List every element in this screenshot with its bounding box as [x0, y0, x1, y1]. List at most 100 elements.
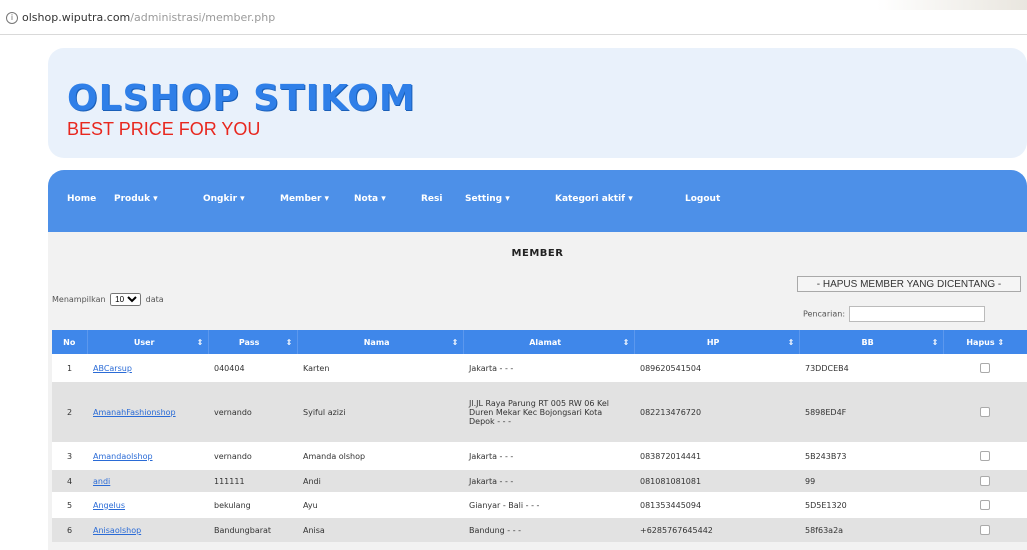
- delete-checkbox[interactable]: [980, 407, 990, 417]
- logo-subtitle: BEST PRICE FOR YOU: [67, 119, 261, 139]
- cell-user: Angelus: [87, 492, 208, 518]
- column-header-user[interactable]: User ⇕: [87, 330, 209, 354]
- sort-icon: ⇕: [196, 337, 204, 347]
- logo-title[interactable]: OLSHOP STIKOM: [67, 78, 416, 119]
- table-row: 2 AmanahFashionshop vernando Syiful aziz…: [52, 382, 1027, 442]
- browser-address-bar[interactable]: i olshop.wiputra.com/administrasi/member…: [0, 0, 1027, 35]
- search-label: Pencarian:: [803, 309, 846, 319]
- cell-alamat: Jl.JL Raya Parung RT 005 RW 06 Kel Duren…: [463, 382, 634, 442]
- cell-nama: Karten: [297, 354, 463, 382]
- cell-hapus: [943, 442, 1027, 470]
- cell-alamat: Jakarta - - -: [463, 354, 634, 382]
- delete-checkbox[interactable]: [980, 525, 990, 535]
- nav-item-resi[interactable]: Resi: [421, 194, 442, 204]
- cell-bb: 5898ED4F: [799, 382, 943, 442]
- user-link[interactable]: AmanahFashionshop: [93, 408, 176, 417]
- nav-item-home[interactable]: Home: [67, 194, 96, 204]
- cell-no: 3: [52, 442, 87, 470]
- cell-hp: 081353445094: [634, 492, 799, 518]
- cell-hp: 081081081081: [634, 470, 799, 492]
- page-length-select[interactable]: 10: [110, 293, 142, 306]
- header-label: Alamat: [529, 337, 562, 347]
- nav-item-member[interactable]: Member ▾: [280, 194, 329, 204]
- cell-bb: 5B243B73: [799, 442, 943, 470]
- column-header-hapus[interactable]: Hapus ⇕: [943, 330, 1027, 354]
- column-header-no[interactable]: No: [52, 330, 88, 354]
- nav-item-produk[interactable]: Produk ▾: [114, 194, 158, 204]
- cell-user: AmanahFashionshop: [87, 382, 208, 442]
- user-link[interactable]: ABCarsup: [93, 364, 132, 373]
- header-label: User: [133, 337, 155, 347]
- cell-bb: 99: [799, 470, 943, 492]
- delete-checkbox[interactable]: [980, 500, 990, 510]
- column-header-hp[interactable]: HP ⇕: [634, 330, 800, 354]
- table-header-row: No User ⇕ Pass ⇕ Nama ⇕ Alamat ⇕ HP ⇕ BB ⇕ Hap…: [52, 330, 1027, 354]
- cell-nama: Anisa: [297, 518, 463, 542]
- cell-bb: 73DDCEB4: [799, 354, 943, 382]
- cell-alamat: Gianyar - Bali - - -: [463, 492, 634, 518]
- cell-nama: Andi: [297, 470, 463, 492]
- page-title: MEMBER: [511, 248, 564, 259]
- show-prefix-label: Menampilkan: [52, 295, 106, 304]
- main-navbar: Home Produk ▾ Ongkir ▾ Member ▾ Nota ▾ R…: [48, 170, 1027, 232]
- cell-alamat: Bandung - - -: [463, 518, 634, 542]
- sort-icon: ⇕: [451, 337, 459, 347]
- user-link[interactable]: Anisaolshop: [93, 526, 141, 535]
- cell-hp: 089620541504: [634, 354, 799, 382]
- header-label: Nama: [363, 337, 390, 347]
- cell-no: 1: [52, 354, 87, 382]
- sort-icon: ⇕: [787, 337, 795, 347]
- cell-pass: Bandungbarat: [208, 518, 297, 542]
- column-header-pass[interactable]: Pass ⇕: [208, 330, 298, 354]
- table-row: 5 Angelus bekulang Ayu Gianyar - Bali - …: [52, 492, 1027, 518]
- header-label: Hapus: [966, 337, 995, 347]
- cell-hapus: [943, 354, 1027, 382]
- search-input[interactable]: [849, 306, 986, 322]
- cell-nama: Amanda olshop: [297, 442, 463, 470]
- nav-item-kategori-aktif[interactable]: Kategori aktif ▾: [555, 194, 633, 204]
- cell-bb: 58f63a2a: [799, 518, 943, 542]
- cell-hapus: [943, 470, 1027, 492]
- member-table: No User ⇕ Pass ⇕ Nama ⇕ Alamat ⇕ HP ⇕ BB ⇕ Hap…: [52, 330, 1027, 542]
- url-text[interactable]: olshop.wiputra.com/administrasi/member.p…: [22, 11, 275, 24]
- delete-checkbox[interactable]: [980, 476, 990, 486]
- cell-pass: vernando: [208, 442, 297, 470]
- nav-item-ongkir[interactable]: Ongkir ▾: [203, 194, 245, 204]
- table-row: 6 Anisaolshop Bandungbarat Anisa Bandung…: [52, 518, 1027, 542]
- table-row: 1 ABCarsup 040404 Karten Jakarta - - - 0…: [52, 354, 1027, 382]
- user-link[interactable]: andi: [93, 477, 110, 486]
- nav-item-logout[interactable]: Logout: [685, 194, 720, 204]
- cell-user: Anisaolshop: [87, 518, 208, 542]
- user-link[interactable]: Angelus: [93, 501, 125, 510]
- header-label: No: [63, 337, 76, 347]
- table-row: 4 andi 111111 Andi Jakarta - - - 0810810…: [52, 470, 1027, 492]
- sort-icon: ⇕: [622, 337, 630, 347]
- cell-hp: 083872014441: [634, 442, 799, 470]
- column-header-bb[interactable]: BB ⇕: [799, 330, 944, 354]
- user-link[interactable]: Amandaolshop: [93, 452, 153, 461]
- cell-no: 2: [52, 382, 87, 442]
- delete-button-label: HAPUS MEMBER YANG DICENTANG: [822, 279, 996, 290]
- cell-no: 6: [52, 518, 87, 542]
- nav-item-setting[interactable]: Setting ▾: [465, 194, 510, 204]
- cell-hp: 082213476720: [634, 382, 799, 442]
- nav-item-nota[interactable]: Nota ▾: [354, 194, 386, 204]
- cell-alamat: Jakarta - - -: [463, 470, 634, 492]
- column-header-alamat[interactable]: Alamat ⇕: [463, 330, 635, 354]
- delete-checkbox[interactable]: [980, 363, 990, 373]
- show-suffix-label: data: [145, 295, 164, 304]
- cell-pass: 040404: [208, 354, 297, 382]
- sort-icon: ⇕: [997, 337, 1005, 347]
- cell-user: andi: [87, 470, 208, 492]
- column-header-nama[interactable]: Nama ⇕: [297, 330, 464, 354]
- header-label: BB: [861, 337, 874, 347]
- info-icon[interactable]: i: [6, 12, 18, 24]
- sort-icon: ⇕: [285, 337, 293, 347]
- site-header: OLSHOP STIKOM BEST PRICE FOR YOU: [48, 48, 1027, 158]
- main-content: MEMBER - HAPUS MEMBER YANG DICENTANG - M…: [48, 232, 1027, 550]
- cell-pass: vernando: [208, 382, 297, 442]
- delete-selected-members-button[interactable]: - HAPUS MEMBER YANG DICENTANG -: [797, 276, 1021, 292]
- cell-user: ABCarsup: [87, 354, 208, 382]
- cell-hapus: [943, 518, 1027, 542]
- delete-checkbox[interactable]: [980, 451, 990, 461]
